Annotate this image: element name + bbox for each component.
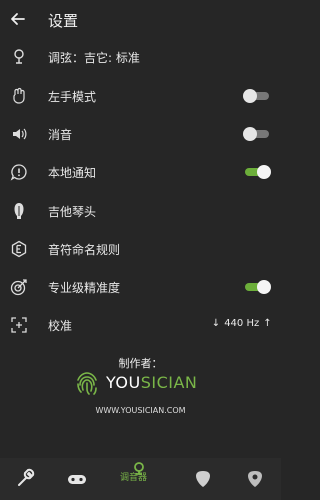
user-icon[interactable] xyxy=(240,464,270,494)
wrench-icon[interactable] xyxy=(10,464,40,494)
setting-label-left-hand: 左手模式 xyxy=(48,90,97,104)
tuning-fork-icon xyxy=(14,49,24,64)
brand-name: YOUSICIAN xyxy=(106,373,198,392)
note-naming-icon xyxy=(11,240,27,258)
setting-label-calibration: 校准 xyxy=(48,319,73,333)
guitar-pick-icon[interactable] xyxy=(188,464,218,494)
fingerprint-logo-icon xyxy=(77,372,97,395)
setting-row-note-naming[interactable]: 音符命名规则 xyxy=(0,230,281,268)
setting-label-notifications: 本地通知 xyxy=(48,166,97,180)
setting-row-pro-accuracy[interactable]: 专业级精准度 xyxy=(0,268,281,306)
guitar-head-icon xyxy=(14,203,24,219)
speaker-icon xyxy=(13,128,27,140)
calibration-control: ↓ 440 Hz ↑ xyxy=(211,318,272,329)
setting-row-guitar-head[interactable]: 吉他琴头 xyxy=(0,192,281,230)
controller-icon[interactable] xyxy=(62,464,92,494)
notification-icon xyxy=(10,164,27,181)
page-title: 设置 xyxy=(48,12,79,30)
website-link[interactable]: WWW.YOUSICIAN.COM xyxy=(0,406,281,415)
pro-accuracy-toggle[interactable] xyxy=(243,280,271,294)
setting-row-calibration[interactable]: 校准 ↓ 440 Hz ↑ xyxy=(0,306,281,344)
setting-row-mute[interactable]: 消音 xyxy=(0,115,281,153)
calibration-value: 440 Hz xyxy=(224,318,260,329)
setting-row-notifications[interactable]: 本地通知 xyxy=(0,153,281,191)
setting-row-left-hand[interactable]: 左手模式 xyxy=(0,77,281,115)
target-icon xyxy=(10,279,27,296)
setting-label-mute: 消音 xyxy=(48,128,73,142)
yousician-logo: YOUSICIAN xyxy=(72,368,212,398)
setting-label-guitar-head: 吉他琴头 xyxy=(48,205,97,219)
tab-tuner-label[interactable]: 调音器 xyxy=(120,470,147,483)
setting-row-tuning[interactable]: 调弦：吉它: 标准 xyxy=(0,38,281,76)
setting-label-tuning: 调弦：吉它: 标准 xyxy=(48,51,140,65)
back-arrow-icon[interactable] xyxy=(8,9,28,29)
calibrate-icon xyxy=(11,317,27,333)
decrease-arrow-icon[interactable]: ↓ xyxy=(211,318,221,329)
setting-label-pro-accuracy: 专业级精准度 xyxy=(48,281,121,295)
hand-icon xyxy=(13,87,25,104)
increase-arrow-icon[interactable]: ↑ xyxy=(262,318,272,329)
left-hand-toggle[interactable] xyxy=(243,89,271,103)
mute-toggle[interactable] xyxy=(243,127,271,141)
setting-label-note-naming: 音符命名规则 xyxy=(48,243,121,257)
top-bar: 设置 xyxy=(0,0,281,38)
notifications-toggle[interactable] xyxy=(243,165,271,179)
